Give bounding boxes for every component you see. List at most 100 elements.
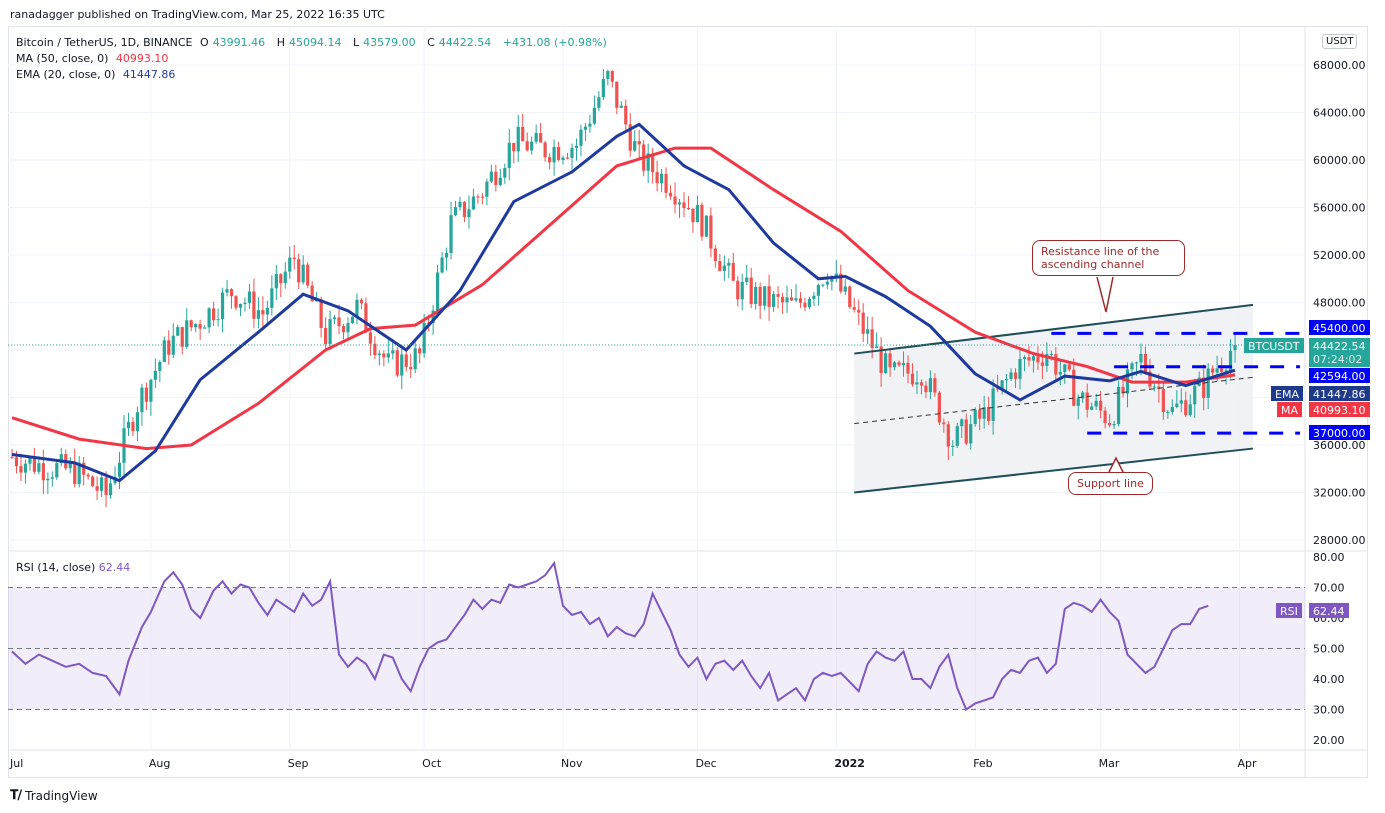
time-tick-label: Aug — [149, 757, 170, 770]
candle-body — [95, 486, 99, 491]
candle-body — [350, 316, 355, 324]
candle-body — [252, 291, 256, 319]
candle-body — [951, 445, 955, 447]
candle-body — [946, 424, 950, 447]
candle-body — [234, 296, 238, 308]
candle-body — [915, 382, 919, 385]
candle-body — [449, 215, 453, 254]
candle-body — [503, 167, 507, 178]
low-value: 43579.00 — [363, 36, 416, 49]
candle-body — [866, 329, 870, 334]
candle-body — [736, 280, 740, 300]
candle-body — [565, 157, 570, 159]
candle-body — [682, 202, 686, 209]
candle-body — [1143, 353, 1148, 372]
candle-body — [480, 196, 484, 198]
candle-body — [104, 477, 108, 496]
tradingview-logo[interactable]: 𝐓∕ TradingView — [10, 788, 98, 803]
candle-body — [436, 272, 440, 311]
candle-body — [1166, 412, 1170, 414]
resistance-annotation[interactable]: Resistance line of the ascending channel — [1032, 240, 1185, 276]
time-tick-label: Dec — [695, 757, 716, 770]
close-label: C — [427, 36, 435, 49]
candle-body — [754, 286, 758, 305]
candle-body — [1013, 372, 1018, 379]
candle-body — [494, 171, 498, 185]
candle-body — [292, 257, 296, 260]
chart-canvas[interactable]: 68000.00 64000.00 60000.00 56000.00 52000.00… — [0, 0, 1385, 813]
candle-body — [41, 463, 45, 481]
candle-body — [1220, 368, 1224, 372]
candle-body — [919, 382, 924, 386]
candle-body — [355, 299, 359, 317]
candle-body — [906, 362, 910, 374]
price-tick-label: 64000.00 — [1313, 107, 1366, 120]
candle-body — [969, 424, 973, 444]
currency-button[interactable]: USDT — [1322, 34, 1358, 49]
candle-body — [328, 319, 332, 344]
candle-body — [785, 297, 789, 303]
candle-body — [763, 286, 767, 306]
candle-body — [180, 327, 184, 347]
time-tick-label: Jul — [9, 757, 23, 770]
rsi-legend[interactable]: RSI (14, close) 62.44 — [16, 561, 130, 574]
level-tag-42594: 42594.00 — [1309, 368, 1370, 383]
candle-body — [660, 173, 664, 184]
candle-body — [1099, 400, 1103, 411]
rsi-tick-label: 20.00 — [1313, 734, 1345, 747]
candle-body — [498, 177, 502, 185]
candle-body — [359, 299, 364, 304]
candle-body — [686, 208, 691, 210]
candle-body — [1040, 362, 1044, 366]
candle-body — [597, 97, 601, 108]
candle-body — [1031, 356, 1036, 361]
candle-body — [583, 126, 588, 130]
rsi-tick-label: 80.00 — [1313, 551, 1345, 564]
candle-body — [610, 71, 614, 82]
candle-body — [668, 192, 673, 197]
candle-body — [337, 317, 341, 327]
candle-body — [530, 141, 534, 151]
candle-body — [485, 181, 489, 197]
candle-body — [207, 308, 211, 328]
candle-body — [1063, 364, 1067, 372]
open-value: 43991.46 — [212, 36, 266, 49]
candle-body — [709, 215, 713, 249]
candle-body — [46, 478, 50, 481]
candle-body — [167, 340, 171, 355]
candle-body — [1130, 363, 1134, 370]
candle-body — [1004, 378, 1009, 381]
candle-body — [695, 204, 700, 223]
candle-body — [1170, 406, 1174, 413]
candle-body — [1175, 403, 1179, 407]
candle-body — [875, 346, 879, 349]
candle-body — [126, 421, 131, 429]
candle-body — [615, 81, 619, 108]
candle-body — [288, 257, 292, 272]
candle-body — [1009, 372, 1013, 379]
ema-axis-value: 41447.86 — [1309, 386, 1370, 401]
symbol-name[interactable]: Bitcoin / TetherUS, 1D, BINANCE — [16, 36, 193, 49]
candle-body — [301, 264, 305, 283]
candle-body — [772, 294, 776, 307]
level-tag-37000: 37000.00 — [1309, 425, 1370, 440]
resistance-callout-pointer — [1096, 276, 1114, 313]
tv-logo-icon: 𝐓∕ — [10, 788, 22, 803]
candle-body — [1076, 398, 1080, 406]
candle-body — [149, 379, 153, 402]
candle-body — [256, 310, 260, 319]
ema-legend[interactable]: EMA (20, close, 0) 41447.86 — [16, 68, 179, 81]
candle-body — [1152, 386, 1156, 388]
candle-body — [32, 457, 36, 472]
candle-body — [955, 426, 959, 446]
rsi-axis-value: 62.44 — [1309, 603, 1349, 618]
candle-body — [588, 123, 592, 127]
time-tick-label: Sep — [288, 757, 309, 770]
candle-body — [203, 327, 207, 329]
support-annotation[interactable]: Support line — [1068, 472, 1153, 495]
candle-body — [346, 323, 350, 333]
candle-body — [521, 126, 525, 142]
candle-body — [400, 354, 404, 376]
candle-body — [135, 412, 140, 432]
ma-legend[interactable]: MA (50, close, 0) 40993.10 — [16, 52, 172, 65]
